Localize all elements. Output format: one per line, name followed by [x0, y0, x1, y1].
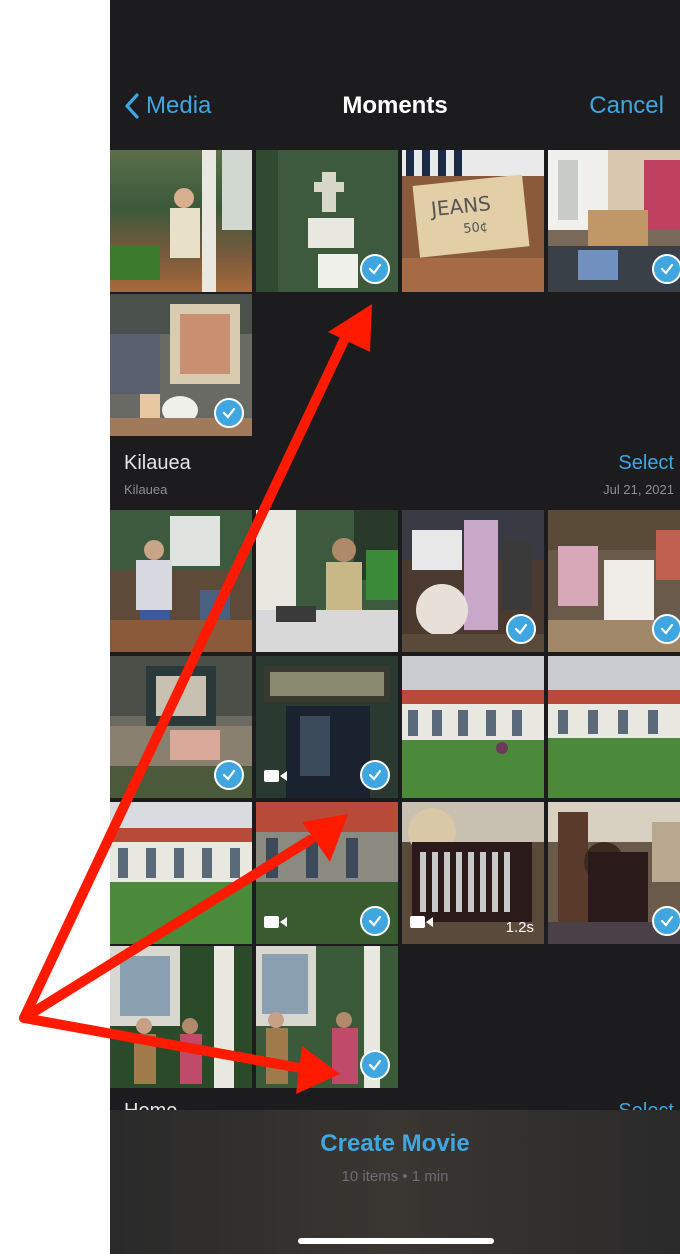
video-thumbnail[interactable]: 1.2s — [402, 802, 544, 944]
selected-checkmark-icon — [360, 906, 390, 936]
photo-thumbnail[interactable] — [548, 150, 680, 292]
photo-thumbnail[interactable] — [110, 150, 252, 292]
photo-thumbnail[interactable] — [110, 656, 252, 798]
create-movie-button[interactable]: Create Movie — [110, 1130, 680, 1158]
selected-checkmark-icon — [360, 254, 390, 284]
photo-thumbnail[interactable] — [402, 656, 544, 798]
photo-thumbnail[interactable] — [110, 510, 252, 652]
photo-thumbnail[interactable] — [110, 946, 252, 1088]
photo-thumbnail[interactable] — [548, 802, 680, 944]
selected-checkmark-icon — [214, 398, 244, 428]
photo-thumbnail[interactable] — [402, 510, 544, 652]
video-camera-icon — [410, 915, 434, 934]
photo-thumbnail[interactable] — [256, 150, 398, 292]
home-indicator[interactable] — [298, 1238, 494, 1244]
selected-checkmark-icon — [652, 254, 680, 284]
photo-thumbnail[interactable] — [256, 946, 398, 1088]
section-subtitle: Kilauea — [124, 482, 168, 497]
video-thumbnail[interactable] — [256, 656, 398, 798]
cancel-button[interactable]: Cancel — [589, 92, 664, 120]
video-camera-icon — [264, 769, 288, 788]
photo-thumbnail[interactable] — [110, 294, 252, 436]
video-thumbnail[interactable] — [256, 802, 398, 944]
video-camera-icon — [264, 915, 288, 934]
video-duration: 1.2s — [505, 919, 534, 936]
select-button[interactable]: Select — [618, 452, 674, 475]
section-title: Kilauea — [124, 452, 191, 474]
selected-checkmark-icon — [652, 614, 680, 644]
selected-checkmark-icon — [652, 906, 680, 936]
selected-checkmark-icon — [360, 760, 390, 790]
svg-text:50¢: 50¢ — [463, 219, 489, 237]
selected-checkmark-icon — [506, 614, 536, 644]
photos-app-screen: Media Moments Cancel JEANS 50¢ Kilauea K… — [110, 0, 680, 1254]
selected-checkmark-icon — [360, 1050, 390, 1080]
selection-summary: 10 items • 1 min — [341, 1168, 449, 1185]
bottom-toolbar: Create Movie 10 items • 1 min — [110, 1110, 680, 1254]
photo-thumbnail[interactable]: JEANS 50¢ — [402, 150, 544, 292]
photo-thumbnail[interactable] — [548, 656, 680, 798]
photo-thumbnail[interactable] — [110, 802, 252, 944]
section-date: Jul 21, 2021 — [603, 482, 674, 497]
selected-checkmark-icon — [214, 760, 244, 790]
photo-thumbnail[interactable] — [548, 510, 680, 652]
photo-thumbnail[interactable] — [256, 510, 398, 652]
navigation-bar: Media Moments Cancel — [110, 0, 680, 145]
